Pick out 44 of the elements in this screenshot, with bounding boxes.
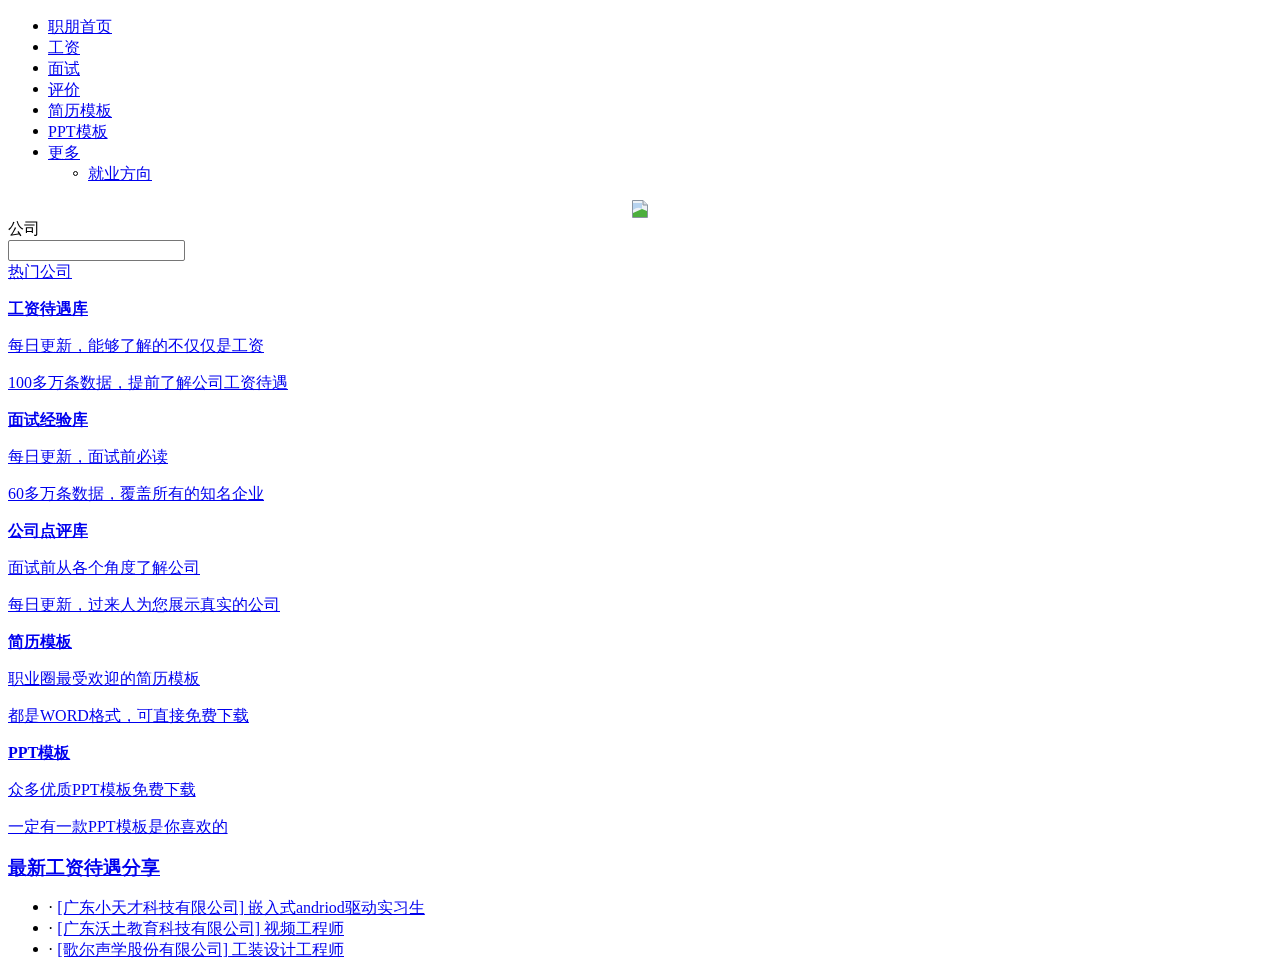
- broken-image-icon: [632, 200, 648, 218]
- bullet-icon: [33, 66, 38, 71]
- middle-dot: ·: [48, 898, 54, 918]
- feature-description-link[interactable]: 一定有一款PPT模板是你喜欢的: [8, 816, 228, 837]
- bullet-icon: [33, 947, 38, 952]
- salary-share-link[interactable]: [歌尔声学股份有限公司] 工装设计工程师: [57, 939, 344, 960]
- section-heading-link[interactable]: 最新工资待遇分享: [8, 857, 160, 879]
- feature-description-link[interactable]: 众多优质PPT模板免费下载: [8, 779, 196, 800]
- feature-title-link[interactable]: 公司点评库: [8, 520, 88, 541]
- feature-title-link[interactable]: 简历模板: [8, 631, 72, 652]
- bullet-icon: [33, 24, 38, 29]
- feature-description-link[interactable]: 每日更新，面试前必读: [8, 446, 168, 467]
- nav-link[interactable]: PPT模板: [48, 121, 108, 142]
- middle-dot: ·: [48, 940, 54, 960]
- bullet-icon: [33, 926, 38, 931]
- bullet-icon: [33, 905, 38, 910]
- feature-description-link[interactable]: 都是WORD格式，可直接免费下载: [8, 705, 249, 726]
- nav-link[interactable]: 就业方向: [88, 163, 152, 184]
- bullet-icon: [33, 108, 38, 113]
- bullet-icon: [33, 129, 38, 134]
- hot-companies-link[interactable]: 热门公司: [8, 261, 72, 282]
- nav-link[interactable]: 简历模板: [48, 100, 112, 121]
- nav-link[interactable]: 职朋首页: [48, 16, 112, 37]
- feature-description-link[interactable]: 60多万条数据，覆盖所有的知名企业: [8, 483, 264, 504]
- feature-description-link[interactable]: 每日更新，能够了解的不仅仅是工资: [8, 335, 264, 356]
- salary-share-link[interactable]: [广东沃土教育科技有限公司] 视频工程师: [57, 918, 344, 939]
- feature-description-link[interactable]: 面试前从各个角度了解公司: [8, 557, 200, 578]
- bullet-icon: [33, 87, 38, 92]
- nav-link[interactable]: 面试: [48, 58, 80, 79]
- feature-title-link[interactable]: PPT模板: [8, 742, 71, 763]
- nav-link[interactable]: 工资: [48, 37, 80, 58]
- middle-dot: ·: [48, 919, 54, 939]
- nav-link[interactable]: 评价: [48, 79, 80, 100]
- feature-title-link[interactable]: 面试经验库: [8, 409, 88, 430]
- nav-link[interactable]: 更多: [48, 142, 80, 163]
- search-label: 公司: [8, 219, 40, 239]
- feature-description-link[interactable]: 职业圈最受欢迎的简历模板: [8, 668, 200, 689]
- salary-share-link[interactable]: [广东小天才科技有限公司] 嵌入式andriod驱动实习生: [57, 897, 425, 918]
- search-field[interactable]: [8, 240, 185, 261]
- feature-title-link[interactable]: 工资待遇库: [8, 298, 88, 319]
- bullet-icon: [33, 45, 38, 50]
- feature-description-link[interactable]: 100多万条数据，提前了解公司工资待遇: [8, 372, 288, 393]
- bullet-icon: [33, 150, 38, 155]
- feature-description-link[interactable]: 每日更新，过来人为您展示真实的公司: [8, 594, 280, 615]
